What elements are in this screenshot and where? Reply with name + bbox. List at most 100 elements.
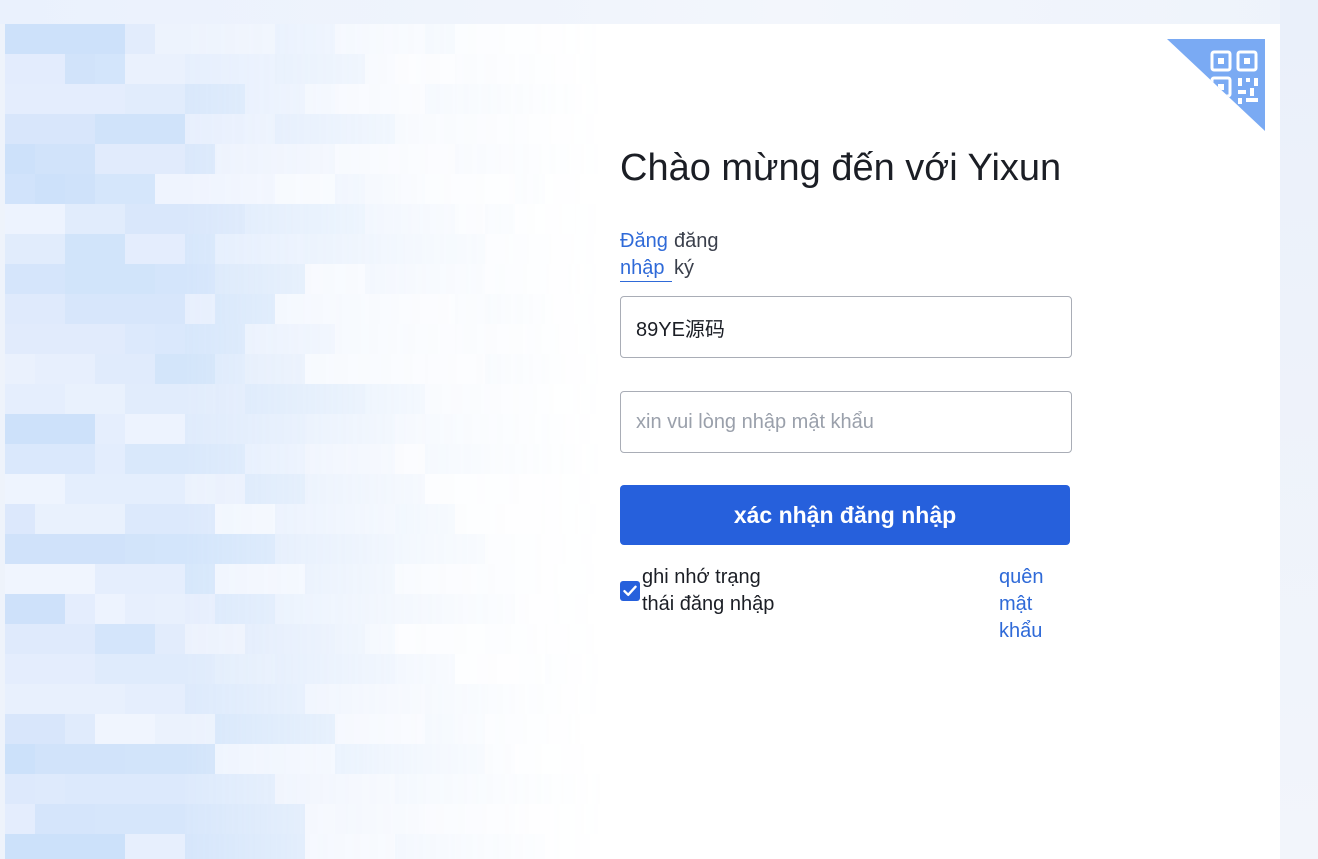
mosaic-tile bbox=[95, 54, 125, 84]
login-submit-button[interactable]: xác nhận đăng nhập bbox=[620, 485, 1070, 545]
mosaic-tile bbox=[185, 564, 215, 594]
mosaic-tile bbox=[215, 354, 245, 384]
mosaic-tile bbox=[125, 684, 185, 714]
mosaic-tile bbox=[215, 594, 275, 624]
mosaic-tile bbox=[365, 744, 485, 774]
mosaic-tile bbox=[275, 294, 365, 324]
mosaic-tile bbox=[95, 354, 155, 384]
mosaic-tile bbox=[185, 144, 215, 174]
mosaic-tile bbox=[335, 174, 365, 204]
mosaic-tile bbox=[65, 594, 95, 624]
mosaic-tile bbox=[455, 294, 485, 324]
username-input[interactable] bbox=[621, 297, 1071, 357]
mosaic-tile bbox=[425, 24, 455, 54]
mosaic-tile bbox=[5, 324, 125, 354]
mosaic-tile bbox=[275, 24, 335, 54]
mosaic-tile bbox=[395, 504, 455, 534]
mosaic-tile bbox=[515, 684, 605, 714]
mosaic-tile bbox=[485, 624, 545, 654]
mosaic-tile bbox=[515, 744, 605, 774]
mosaic-tile bbox=[545, 504, 575, 534]
mosaic-tile bbox=[125, 384, 215, 414]
mosaic-tile bbox=[365, 294, 455, 324]
password-input[interactable] bbox=[621, 392, 1071, 452]
mosaic-tile bbox=[215, 564, 305, 594]
mosaic-tile bbox=[155, 324, 185, 354]
mosaic-tile bbox=[5, 474, 65, 504]
mosaic-tile bbox=[5, 24, 125, 54]
mosaic-tile bbox=[95, 564, 185, 594]
mosaic-tile bbox=[125, 744, 215, 774]
mosaic-tile bbox=[425, 714, 455, 744]
mosaic-tile bbox=[125, 84, 185, 114]
mosaic-tile bbox=[305, 234, 425, 264]
mosaic-tile bbox=[95, 174, 155, 204]
mosaic-tile bbox=[395, 774, 515, 804]
mosaic-tile bbox=[455, 654, 545, 684]
mosaic-tile bbox=[485, 474, 545, 504]
mosaic-tile bbox=[335, 594, 455, 624]
mosaic-tile bbox=[95, 804, 185, 834]
mosaic-tile bbox=[575, 384, 605, 414]
mosaic-tile bbox=[35, 144, 95, 174]
mosaic-tile bbox=[425, 444, 485, 474]
mosaic-tile bbox=[95, 444, 125, 474]
mosaic-tile bbox=[5, 834, 125, 859]
mosaic-tile bbox=[95, 654, 215, 684]
mosaic-tile bbox=[335, 84, 425, 114]
mosaic-tile bbox=[485, 684, 515, 714]
mosaic-tile bbox=[5, 654, 95, 684]
mosaic-tile bbox=[395, 174, 425, 204]
mosaic-tile bbox=[335, 744, 365, 774]
mosaic-tile bbox=[35, 174, 65, 204]
mosaic-tile bbox=[305, 354, 425, 384]
mosaic-tile bbox=[455, 714, 485, 744]
mosaic-tile bbox=[455, 504, 545, 534]
mosaic-tile bbox=[245, 84, 305, 114]
mosaic-tile bbox=[65, 294, 185, 324]
mosaic-tile bbox=[365, 204, 455, 234]
tab-login[interactable]: Đăng nhập bbox=[620, 228, 674, 282]
mosaic-tile bbox=[65, 774, 185, 804]
mosaic-tile bbox=[245, 204, 305, 234]
mosaic-tile bbox=[125, 594, 155, 624]
mosaic-tile bbox=[305, 414, 395, 444]
mosaic-tile bbox=[155, 714, 215, 744]
mosaic-tile bbox=[425, 684, 485, 714]
mosaic-tile bbox=[365, 54, 395, 84]
mosaic-tile bbox=[425, 804, 515, 834]
mosaic-tile bbox=[125, 204, 245, 234]
mosaic-tile bbox=[455, 54, 575, 84]
mosaic-tile bbox=[365, 624, 395, 654]
forgot-password-link[interactable]: quên mật khẩu bbox=[999, 564, 1059, 645]
tab-register[interactable]: đăng ký bbox=[674, 228, 728, 282]
mosaic-tile bbox=[5, 804, 35, 834]
mosaic-tile bbox=[305, 204, 365, 234]
mosaic-tile bbox=[485, 444, 575, 474]
mosaic-tile bbox=[185, 774, 275, 804]
login-tabs: Đăng nhập đăng ký bbox=[620, 228, 728, 282]
mosaic-tile bbox=[575, 24, 605, 54]
mosaic-tile bbox=[215, 264, 305, 294]
mosaic-tile bbox=[5, 294, 65, 324]
mosaic-tile bbox=[455, 204, 485, 234]
mosaic-tile bbox=[125, 24, 155, 54]
mosaic-tile bbox=[65, 384, 125, 414]
remember-checkbox[interactable] bbox=[620, 581, 640, 601]
mosaic-tile bbox=[425, 84, 455, 114]
mosaic-tile bbox=[5, 504, 35, 534]
login-form: Chào mừng đến với Yixun Đăng nhập đăng k… bbox=[620, 24, 1080, 859]
mosaic-tile bbox=[185, 294, 215, 324]
mosaic-tile bbox=[395, 624, 485, 654]
mosaic-tile bbox=[275, 594, 335, 624]
mosaic-tile bbox=[245, 114, 275, 144]
mosaic-tile bbox=[395, 444, 425, 474]
mosaic-tile bbox=[515, 24, 575, 54]
mosaic-tile bbox=[275, 654, 395, 684]
mosaic-tile bbox=[185, 234, 215, 264]
mosaic-tile bbox=[35, 354, 95, 384]
mosaic-tile bbox=[365, 264, 485, 294]
mosaic-tile bbox=[155, 24, 275, 54]
mosaic-tile bbox=[155, 594, 185, 624]
qr-login-toggle[interactable] bbox=[1167, 39, 1265, 131]
